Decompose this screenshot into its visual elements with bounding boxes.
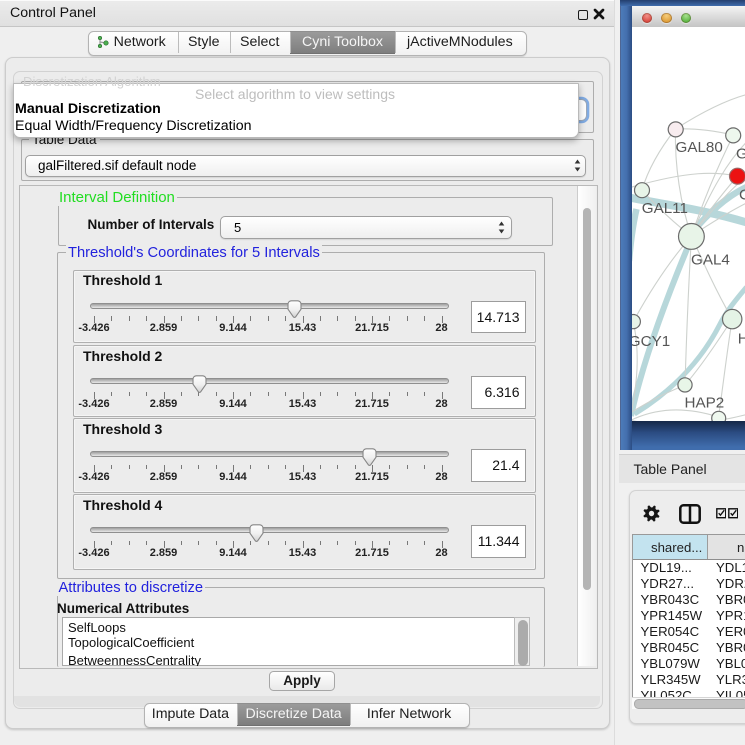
svg-text:GAL4: GAL4 [691,252,730,269]
svg-text:HAP2: HAP2 [684,395,724,412]
svg-text:GCY1: GCY1 [632,333,670,350]
svg-text:GAL11: GAL11 [641,200,687,217]
svg-text:CD: CD [739,187,745,204]
svg-text:GA: GA [736,146,745,163]
svg-text:HA: HA [737,331,745,348]
svg-text:GAL80: GAL80 [675,139,722,156]
